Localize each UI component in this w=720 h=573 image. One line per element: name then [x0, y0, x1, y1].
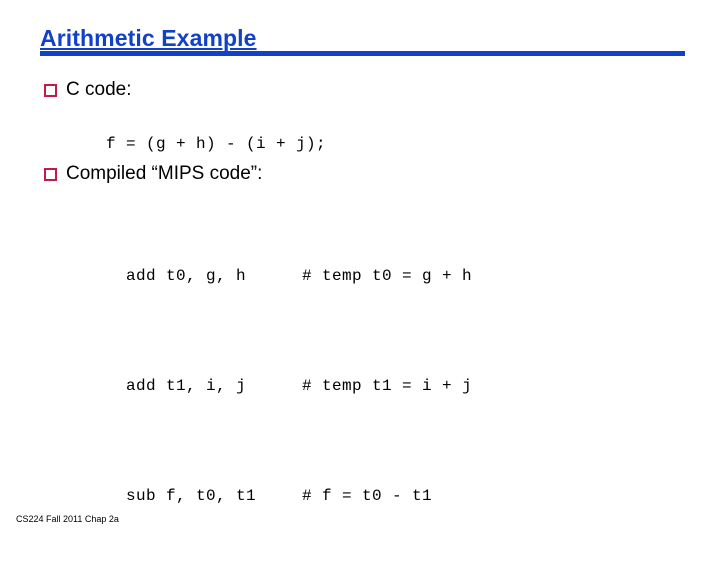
page-title: Arithmetic Example: [40, 25, 257, 51]
c-code-line: f = (g + h) - (i + j);: [106, 135, 327, 153]
asm-line: add t1, i, j # temp t1 = i + j: [66, 353, 472, 419]
square-bullet-icon: [44, 168, 57, 181]
slide-footer: CS224 Fall 2011 Chap 2a: [16, 514, 119, 524]
asm-instruction: add t0, g, h: [126, 267, 247, 285]
square-bullet-icon: [44, 84, 57, 97]
bullet-item-label: C code:: [66, 79, 132, 100]
title-block: Arithmetic Example: [40, 26, 688, 62]
asm-comment: # temp t1 = i + j: [302, 377, 473, 395]
asm-instruction: sub f, t0, t1: [126, 487, 257, 505]
slide-canvas: Arithmetic Example C code: f = (g + h) -…: [0, 0, 720, 540]
asm-comment: # temp t0 = g + h: [302, 267, 473, 285]
asm-comment: # f = t0 - t1: [302, 487, 433, 505]
bullet-item-label: Compiled “MIPS code”:: [66, 163, 263, 184]
mips-code-snippet: add t0, g, h # temp t0 = g + h add t1, i,…: [66, 199, 472, 573]
asm-line: sub f, t0, t1 # f = t0 - t1: [66, 463, 472, 529]
title-underline-rule: [40, 51, 685, 56]
asm-line: add t0, g, h # temp t0 = g + h: [66, 243, 472, 309]
bullet-item-mips-code: Compiled “MIPS code”:: [44, 162, 262, 185]
asm-instruction: add t1, i, j: [126, 377, 247, 395]
bullet-item-c-code: C code:: [44, 78, 131, 101]
